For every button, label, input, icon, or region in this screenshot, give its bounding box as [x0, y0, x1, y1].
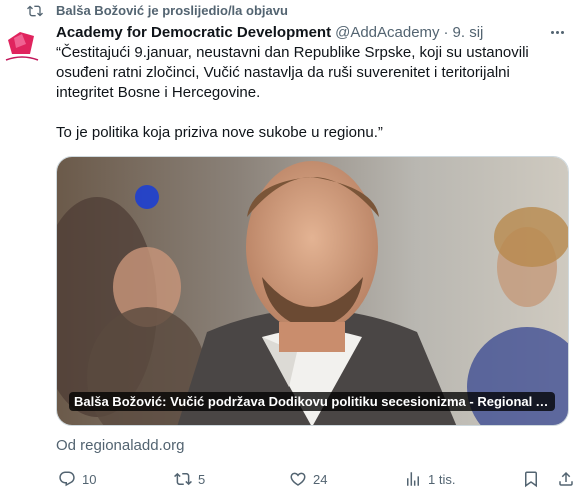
- views-chart-icon: [407, 472, 419, 486]
- reply-icon: [59, 471, 75, 487]
- reply-button[interactable]: 10: [58, 468, 96, 490]
- share-icon: [559, 471, 573, 486]
- more-dot: [555, 30, 559, 34]
- repost-icon: [27, 5, 43, 17]
- repost-banner-text: Balša Božović je proslijedio/la objavu: [56, 3, 288, 18]
- more-dot: [560, 30, 564, 34]
- repost-banner[interactable]: Balša Božović je proslijedio/la objavu: [0, 0, 582, 22]
- action-bar: 10 5 24 1 tis.: [56, 468, 573, 490]
- heart-icon: [290, 472, 306, 486]
- more-options-button[interactable]: [546, 22, 568, 42]
- separator-dot: ·: [443, 23, 449, 41]
- post-date[interactable]: 9. sij: [453, 24, 484, 41]
- repost-icon: [174, 472, 192, 486]
- post-text: “Čestitajući 9.januar, neustavni dan Rep…: [56, 44, 529, 141]
- repost-count: 5: [198, 471, 206, 487]
- link-card[interactable]: Balša Božović: Vučić podržava Dodikovu p…: [56, 156, 569, 426]
- bookmark-button[interactable]: [522, 468, 540, 490]
- card-caption: Balša Božović: Vučić podržava Dodikovu p…: [69, 392, 555, 411]
- academy-logo-icon: [0, 24, 44, 68]
- bookmark-icon: [525, 471, 537, 488]
- card-photo: [57, 157, 568, 425]
- source-link[interactable]: Od regionaladd.org: [56, 437, 184, 454]
- repost-button[interactable]: 5: [174, 468, 205, 490]
- like-button[interactable]: 24: [289, 468, 327, 490]
- more-dot: [550, 30, 554, 34]
- views-button[interactable]: 1 tis.: [404, 468, 455, 490]
- post-header: Academy for Democratic Development @AddA…: [56, 22, 483, 42]
- views-count: 1 tis.: [428, 471, 456, 487]
- share-button[interactable]: [557, 468, 575, 490]
- reply-count: 10: [82, 471, 97, 487]
- like-count: 24: [313, 471, 328, 487]
- author-name[interactable]: Academy for Democratic Development: [56, 24, 331, 41]
- author-handle[interactable]: @AddAcademy: [335, 24, 439, 41]
- author-avatar[interactable]: [0, 24, 44, 68]
